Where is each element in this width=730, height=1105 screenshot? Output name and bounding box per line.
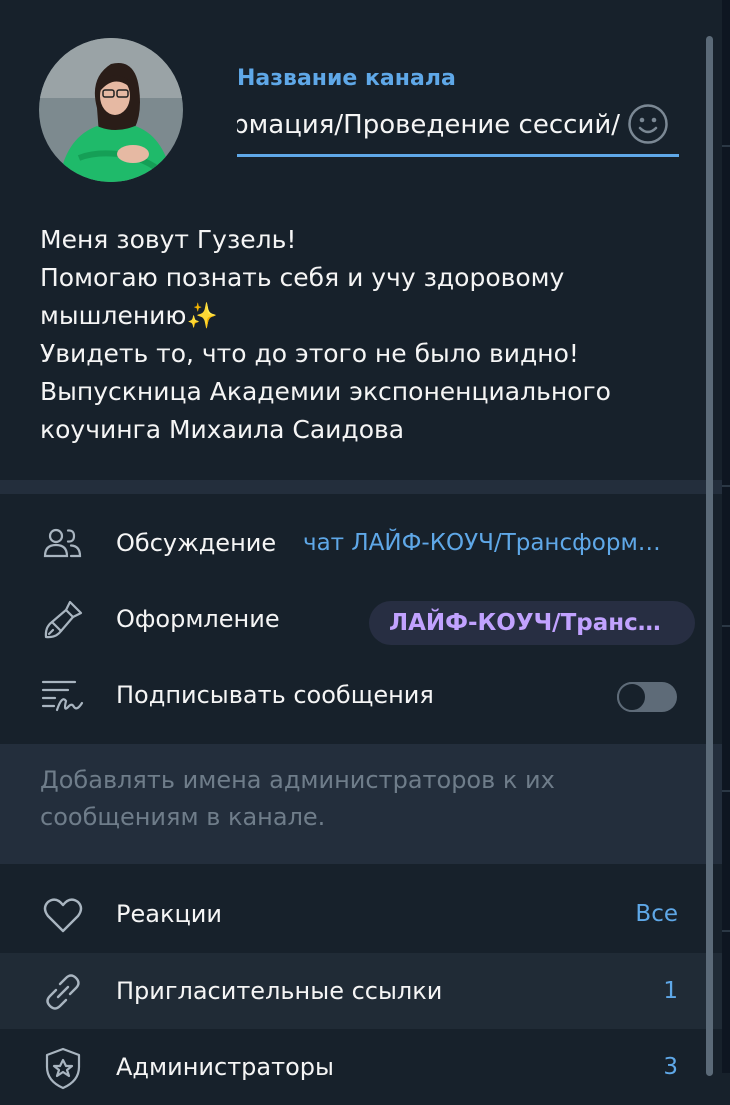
channel-name-label: Название канала: [237, 66, 456, 91]
strip-divider: [722, 485, 730, 487]
channel-description[interactable]: Меня зовут Гузель! Помогаю познать себя …: [40, 221, 680, 449]
link-icon: [40, 969, 86, 1015]
signature-icon: [40, 673, 86, 719]
background-chat-strip: [722, 0, 730, 1073]
channel-edit-panel: Название канала ЛАЙФ-КОУЧ/Трансформация/…: [0, 0, 722, 1090]
admins-label: Администраторы: [116, 1053, 334, 1081]
appearance-row[interactable]: Оформление ЛАЙФ-КОУЧ/Трансф…: [0, 581, 722, 657]
people-icon: [40, 521, 86, 567]
appearance-value: ЛАЙФ-КОУЧ/Трансф…: [389, 610, 677, 636]
brush-icon: [40, 597, 86, 643]
channel-avatar[interactable]: [39, 38, 183, 182]
appearance-label: Оформление: [116, 605, 280, 633]
strip-divider: [722, 790, 730, 792]
strip-divider: [722, 625, 730, 627]
strip-divider: [722, 930, 730, 932]
discussion-label: Обсуждение: [116, 529, 277, 557]
reactions-label: Реакции: [116, 900, 222, 928]
reactions-row[interactable]: Реакции Все: [0, 876, 722, 952]
sign-messages-label: Подписывать сообщения: [116, 681, 434, 709]
description-line: Меня зовут Гузель!: [40, 225, 297, 254]
sign-messages-hint: Добавлять имена администраторов к их соо…: [40, 766, 555, 831]
channel-name-input[interactable]: ЛАЙФ-КОУЧ/Трансформация/Проведение сесси…: [237, 102, 620, 148]
scrollbar[interactable]: [706, 36, 713, 1076]
strip-divider: [722, 145, 730, 147]
sign-messages-row[interactable]: Подписывать сообщения: [0, 657, 722, 733]
invite-links-label: Пригласительные ссылки: [116, 977, 443, 1005]
shield-star-icon: [40, 1045, 86, 1091]
description-line: Помогаю познать себя и учу здоровому мыш…: [40, 263, 565, 330]
discussion-row[interactable]: Обсуждение чат ЛАЙФ-КОУЧ/Трансформ…: [0, 505, 722, 581]
discussion-value: чат ЛАЙФ-КОУЧ/Трансформ…: [303, 530, 661, 556]
admins-count: 3: [663, 1054, 678, 1080]
emoji-icon[interactable]: [627, 103, 669, 145]
reactions-value: Все: [635, 901, 678, 927]
sign-messages-toggle[interactable]: [617, 682, 677, 712]
invite-links-row[interactable]: Пригласительные ссылки 1: [0, 953, 722, 1029]
sign-messages-hint-block: Добавлять имена администраторов к их соо…: [0, 744, 722, 864]
name-input-underline: [237, 154, 679, 157]
section-divider: [0, 480, 722, 494]
heart-icon: [40, 892, 86, 938]
description-line: Увидеть то, что до этого не было видно!: [40, 339, 579, 368]
description-line: Выпускница Академии экспоненциального ко…: [40, 377, 611, 444]
admins-row[interactable]: Администраторы 3: [0, 1029, 722, 1105]
toggle-knob: [617, 682, 647, 712]
invite-links-count: 1: [663, 978, 678, 1004]
appearance-value-pill[interactable]: ЛАЙФ-КОУЧ/Трансф…: [369, 601, 695, 645]
channel-name-value: ЛАЙФ-КОУЧ/Трансформация/Проведение сесси…: [237, 110, 620, 140]
